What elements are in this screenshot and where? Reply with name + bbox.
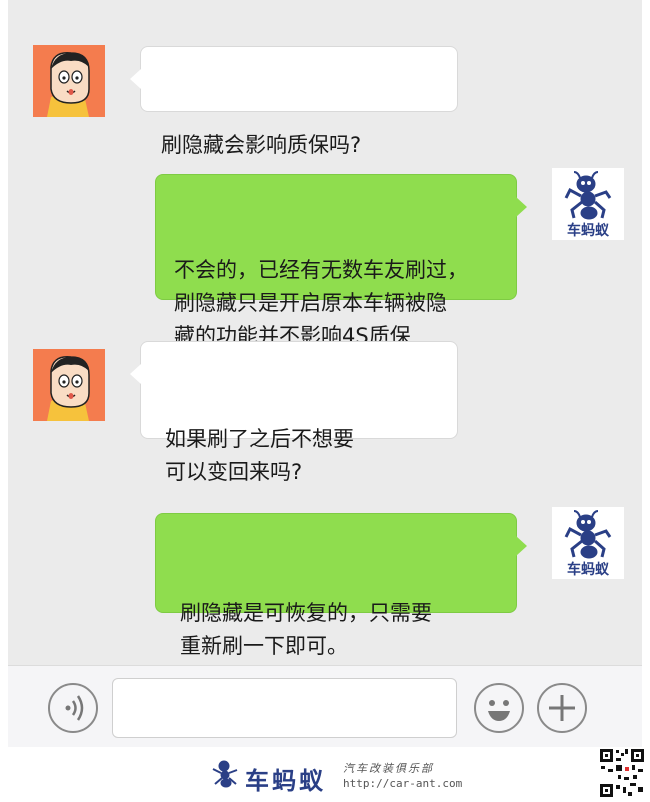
brand-subtitle: 汽车改装俱乐部: [343, 762, 434, 775]
message-text: 不会的，已经有无数车友刷过， 刷隐藏只是开启原本车辆被隐 藏的功能并不影响4S质…: [174, 258, 468, 348]
voice-button[interactable]: [48, 683, 98, 733]
cartoon-boy-avatar-icon: [33, 349, 105, 421]
self-avatar-label: 车蚂蚁: [567, 562, 609, 578]
message-bubble-incoming[interactable]: 刷隐藏会影响质保吗?: [130, 46, 458, 157]
input-bar: [8, 665, 642, 747]
self-avatar[interactable]: 车蚂蚁: [552, 507, 624, 579]
message-input[interactable]: [112, 678, 457, 738]
ant-logo-icon: [212, 760, 238, 788]
contact-avatar[interactable]: [33, 349, 105, 421]
chat-area: 刷隐藏会影响质保吗? 不会的，已经有无数车友刷过， 刷隐藏只是开启原本车辆被隐 …: [8, 0, 642, 665]
qr-code-icon[interactable]: [598, 747, 646, 799]
cartoon-boy-avatar-icon: [33, 45, 105, 117]
message-bubble-outgoing[interactable]: 不会的，已经有无数车友刷过， 刷隐藏只是开启原本车辆被隐 藏的功能并不影响4S质…: [155, 174, 527, 348]
voice-icon: [65, 695, 84, 721]
message-text: 刷隐藏会影响质保吗?: [161, 133, 362, 157]
brand-url[interactable]: http://car-ant.com: [343, 777, 462, 790]
emoji-button[interactable]: [474, 683, 524, 733]
message-text: 刷隐藏是可恢复的，只需要 重新刷一下即可。: [180, 601, 432, 658]
self-avatar-label: 车蚂蚁: [567, 223, 609, 239]
message-bubble-incoming[interactable]: 如果刷了之后不想要 可以变回来吗?: [130, 341, 458, 484]
emoji-icon: [488, 700, 510, 721]
footer-branding: 车蚂蚁 汽车改装俱乐部 http://car-ant.com: [0, 747, 650, 802]
plus-icon: [549, 695, 575, 721]
contact-avatar[interactable]: [33, 45, 105, 117]
more-button[interactable]: [537, 683, 587, 733]
message-bubble-outgoing[interactable]: 刷隐藏是可恢复的，只需要 重新刷一下即可。: [155, 513, 527, 658]
message-text: 如果刷了之后不想要 可以变回来吗?: [165, 427, 354, 484]
brand-name: 车蚂蚁: [245, 767, 326, 795]
self-avatar[interactable]: 车蚂蚁: [552, 168, 624, 240]
